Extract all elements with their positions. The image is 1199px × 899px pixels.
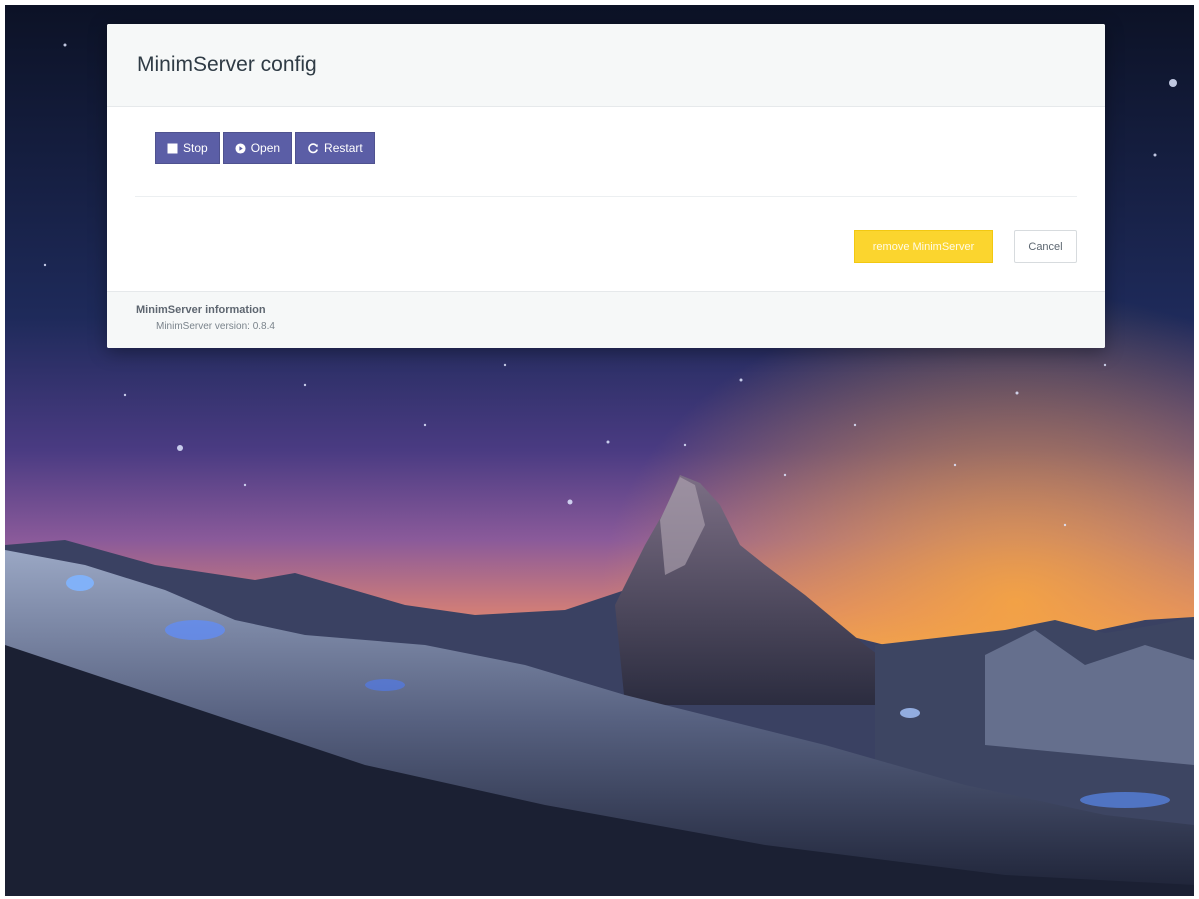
open-button-label: Open: [250, 141, 281, 155]
version-text: MinimServer version: 0.8.4: [156, 321, 275, 332]
modal-title: MinimServer config: [137, 53, 317, 76]
desktop-frame: MinimServer config Stop Open Restart rem…: [5, 5, 1194, 896]
open-button[interactable]: Open: [222, 132, 293, 164]
stop-button-label: Stop: [183, 141, 208, 155]
remove-server-button[interactable]: remove MinimServer: [854, 230, 993, 263]
modal-header: MinimServer config: [107, 24, 1105, 107]
modal-footer: MinimServer information MinimServer vers…: [107, 291, 1105, 348]
cancel-button[interactable]: Cancel: [1014, 230, 1077, 263]
info-title: MinimServer information: [136, 304, 266, 316]
stop-button[interactable]: Stop: [155, 132, 220, 164]
refresh-icon: [307, 142, 319, 154]
stop-square-icon: [167, 143, 178, 154]
modal-body: Stop Open Restart remove MinimServer Can…: [107, 107, 1105, 291]
restart-button-label: Restart: [324, 141, 363, 155]
body-divider: [135, 196, 1077, 197]
play-circle-icon: [235, 142, 246, 154]
restart-button[interactable]: Restart: [295, 132, 375, 164]
server-control-buttons: Stop Open Restart: [155, 132, 375, 164]
config-modal: MinimServer config Stop Open Restart rem…: [107, 24, 1105, 348]
